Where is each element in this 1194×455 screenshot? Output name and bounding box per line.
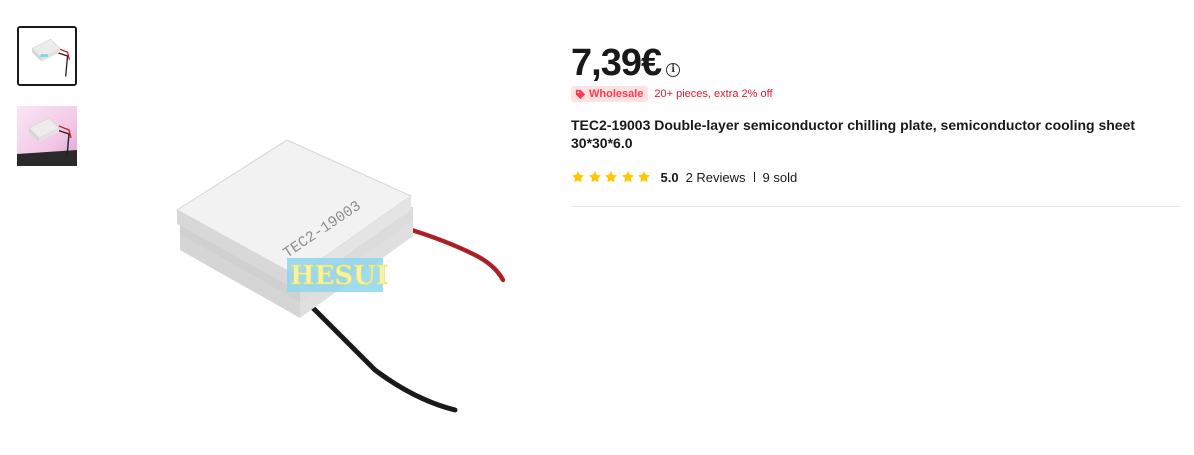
rating-value: 5.0 [660, 169, 679, 185]
watermark: HESUI [290, 261, 388, 291]
price: 7,39€ [571, 42, 662, 84]
star-icon [588, 171, 601, 183]
price-row: 7,39€ i [571, 36, 1181, 82]
thumbnail-1[interactable] [17, 26, 77, 86]
wholesale-badge: Wholesale [571, 86, 649, 102]
product-page: TEC2-19003 HESUI 7,39€ i Wholesale 20+ p… [0, 0, 1194, 455]
sold-count: 9 sold [762, 169, 798, 185]
wholesale-text: 20+ pieces, extra 2% off [654, 88, 773, 100]
star-icon [605, 171, 617, 183]
star-icon [572, 171, 584, 183]
info-icon[interactable]: i [666, 63, 681, 77]
thumbnail-list [17, 26, 81, 186]
star-icon [638, 171, 650, 183]
star-rating [571, 170, 654, 184]
rating-row: 5.0 2 Reviews 9 sold [571, 168, 1181, 186]
tag-icon [575, 89, 586, 99]
main-product-image[interactable]: TEC2-19003 HESUI [115, 0, 555, 455]
thumbnail-2[interactable] [17, 106, 77, 166]
product-title: TEC2-19003 Double-layer semiconductor ch… [571, 117, 1136, 151]
reviews-link[interactable]: 2 Reviews [686, 170, 746, 185]
separator [753, 172, 755, 182]
wholesale-label: Wholesale [589, 88, 644, 100]
product-info: 7,39€ i Wholesale 20+ pieces, extra 2% o… [571, 36, 1181, 186]
divider [571, 206, 1181, 207]
star-icon [621, 171, 634, 183]
wholesale-row: Wholesale 20+ pieces, extra 2% off [571, 85, 1181, 103]
